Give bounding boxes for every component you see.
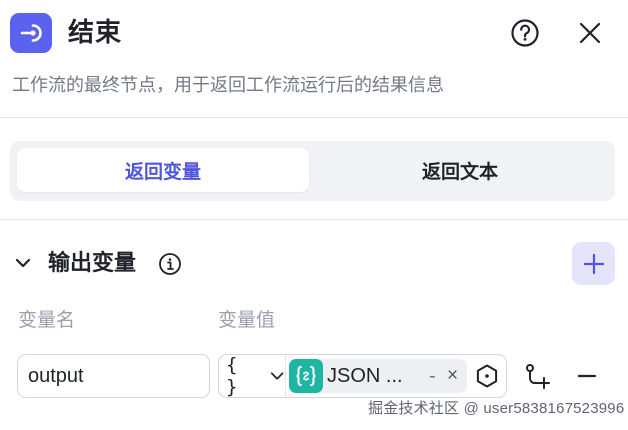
close-button[interactable] xyxy=(573,16,607,50)
value-type-select[interactable]: { } xyxy=(219,354,285,398)
column-header-value: 变量值 xyxy=(218,310,276,331)
question-circle-icon xyxy=(511,19,539,47)
hexagon-dot-icon xyxy=(476,364,498,388)
help-button[interactable] xyxy=(508,16,542,50)
chevron-down-icon xyxy=(270,372,284,380)
json-variable-icon xyxy=(289,359,323,393)
variable-picker-button[interactable] xyxy=(473,362,501,390)
variable-reference-chip[interactable]: JSON ... - × xyxy=(289,359,467,393)
divider xyxy=(0,117,628,118)
plus-icon xyxy=(583,253,604,274)
add-variable-button[interactable] xyxy=(572,242,615,285)
return-mode-tabs: 返回变量 返回文本 xyxy=(10,141,615,201)
remove-variable-button[interactable] xyxy=(572,360,602,392)
value-type-glyph: { } xyxy=(226,354,239,398)
column-header-name: 变量名 xyxy=(18,310,76,331)
end-node-icon xyxy=(10,13,52,53)
variable-reference-dash: - xyxy=(429,365,436,387)
clear-reference-button[interactable]: × xyxy=(447,362,458,390)
add-sub-variable-button[interactable] xyxy=(521,360,553,392)
variable-name-input[interactable] xyxy=(17,354,210,398)
collapse-toggle[interactable] xyxy=(10,250,36,276)
node-description: 工作流的最终节点，用于返回工作流运行后的结果信息 xyxy=(12,75,444,95)
info-circle-icon[interactable] xyxy=(157,251,183,277)
chevron-down-icon xyxy=(15,258,31,268)
divider xyxy=(285,355,286,397)
divider xyxy=(0,219,628,220)
tab-return-text[interactable]: 返回文本 xyxy=(312,148,608,192)
branch-add-icon xyxy=(526,364,550,389)
close-icon xyxy=(579,22,601,44)
section-title: 输出变量 xyxy=(48,250,137,275)
variable-reference-label: JSON ... xyxy=(327,365,403,387)
node-title: 结束 xyxy=(68,17,123,47)
minus-icon xyxy=(577,374,597,378)
variable-value-field: { } JSON ... - × xyxy=(218,354,507,398)
watermark: 掘金技术社区 @ user5838167523996 xyxy=(368,400,625,417)
tab-return-variables[interactable]: 返回变量 xyxy=(17,148,309,192)
